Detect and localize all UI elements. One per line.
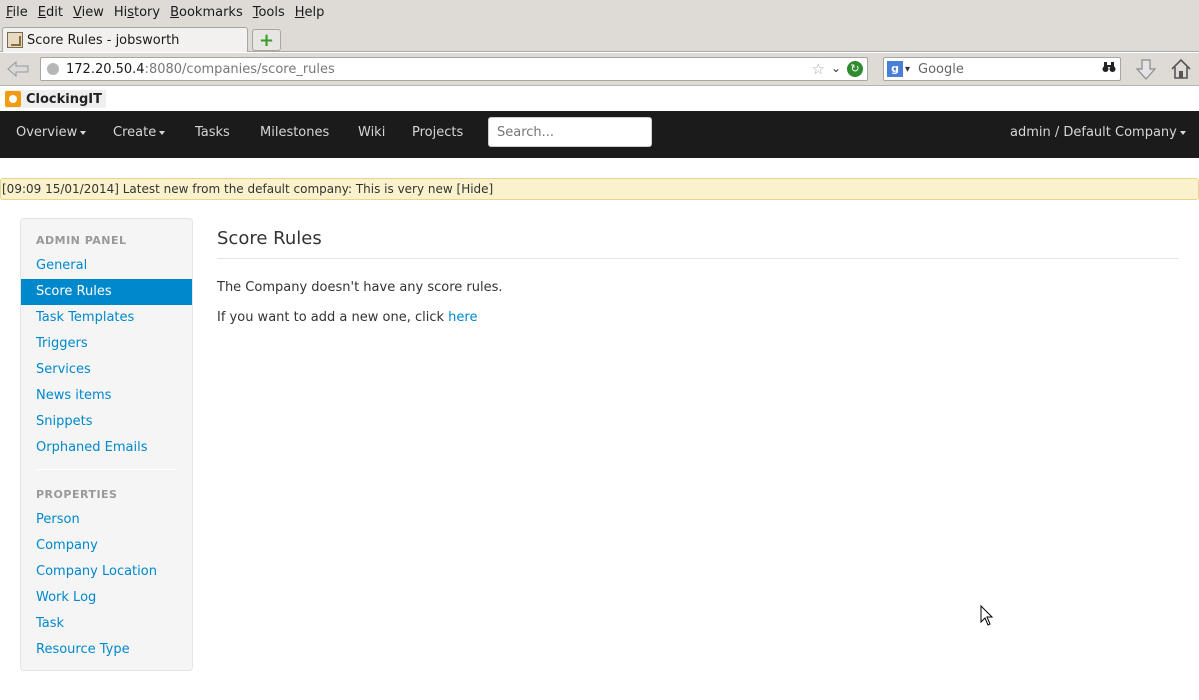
browser-tab[interactable]: Score Rules - jobsworth [2,27,248,52]
nav-overview-label: Overview [16,125,78,140]
engine-dropdown-icon[interactable]: ▾ [905,64,910,75]
sidebar-item-orphaned-emails[interactable]: Orphaned Emails [21,435,192,461]
nav-create[interactable]: Create [113,125,166,140]
search-placeholder: Google [918,61,964,77]
title-divider [217,258,1179,259]
caret-down-icon [159,130,166,135]
menu-file[interactable]: File [2,5,32,20]
browser-tab-bar: Score Rules - jobsworth + [0,25,1199,52]
app-header: ClockingIT [0,87,1199,111]
home-icon[interactable] [1170,58,1192,80]
top-navigation: Overview Create Tasks Milestones Wiki Pr… [0,111,1199,158]
reload-icon[interactable]: ↻ [847,61,863,77]
add-rule-prompt: If you want to add a new one, click here [217,310,477,325]
bookmark-star-icon[interactable]: ☆ [812,60,825,78]
menu-bookmarks[interactable]: Bookmarks [166,5,247,20]
web-search-bar[interactable]: g ▾ Google [883,57,1121,81]
sidebar-divider [36,469,177,470]
news-banner[interactable]: [09:09 15/01/2014] Latest new from the d… [0,178,1199,200]
menu-tools[interactable]: Tools [249,5,289,20]
user-menu[interactable]: admin / Default Company [1010,125,1186,140]
clockingit-logo-icon [5,91,21,107]
sidebar-item-score-rules[interactable]: Score Rules [21,279,192,305]
browser-nav-bar: 172.20.50.4:8080/companies/score_rules ☆… [0,53,1199,86]
url-path: :8080/companies/score_rules [144,61,335,77]
tab-title: Score Rules - jobsworth [27,32,180,48]
nav-tasks[interactable]: Tasks [195,125,230,140]
caret-down-icon [1179,130,1186,135]
sidebar-item-company[interactable]: Company [21,533,192,559]
google-engine-icon[interactable]: g [887,61,903,77]
menu-view[interactable]: View [69,5,108,20]
sidebar-item-general[interactable]: General [21,253,192,279]
nav-create-label: Create [113,125,157,140]
nav-overview[interactable]: Overview [16,125,87,140]
browser-menu-bar: File Edit View History Bookmarks Tools H… [0,0,1199,25]
add-score-rule-link[interactable]: here [448,310,477,325]
binoculars-search-icon[interactable] [1102,61,1116,77]
sidebar-item-task-templates[interactable]: Task Templates [21,305,192,331]
empty-state-text: The Company doesn't have any score rules… [217,280,503,295]
search-input[interactable] [488,117,652,147]
url-bar[interactable]: 172.20.50.4:8080/companies/score_rules ☆… [40,57,868,81]
user-menu-label: admin / Default Company [1010,125,1177,140]
sidebar-item-company-location[interactable]: Company Location [21,559,192,585]
sidebar-item-triggers[interactable]: Triggers [21,331,192,357]
sidebar-item-snippets[interactable]: Snippets [21,409,192,435]
url-host: 172.20.50.4 [66,61,145,77]
page-title: Score Rules [217,228,322,249]
sidebar-item-person[interactable]: Person [21,507,192,533]
page-favicon-icon [7,32,23,48]
admin-panel-header: ADMIN PANEL [36,234,127,247]
app-brand[interactable]: ClockingIT [5,90,107,108]
sidebar-item-resource-type[interactable]: Resource Type [21,637,192,663]
menu-history[interactable]: History [110,5,164,20]
sidebar-item-work-log[interactable]: Work Log [21,585,192,611]
site-identity-icon[interactable] [47,63,59,75]
nav-projects[interactable]: Projects [412,125,463,140]
add-rule-prefix: If you want to add a new one, click [217,310,449,325]
sidebar-item-task[interactable]: Task [21,611,192,637]
menu-edit[interactable]: Edit [34,5,67,20]
admin-sidebar: ADMIN PANEL General Score Rules Task Tem… [20,218,193,671]
sidebar-item-news-items[interactable]: News items [21,383,192,409]
downloads-arrow-icon[interactable] [1135,59,1157,80]
nav-wiki[interactable]: Wiki [358,125,385,140]
new-tab-button[interactable]: + [252,29,281,51]
menu-help[interactable]: Help [291,5,329,20]
mouse-pointer-icon [980,604,994,631]
nav-milestones[interactable]: Milestones [260,125,329,140]
brand-name: ClockingIT [26,91,103,107]
sidebar-item-services[interactable]: Services [21,357,192,383]
url-history-dropdown-icon[interactable]: ⌄ [831,61,841,75]
back-arrow-icon[interactable] [6,60,34,78]
properties-header: PROPERTIES [36,488,118,501]
caret-down-icon [80,130,87,135]
